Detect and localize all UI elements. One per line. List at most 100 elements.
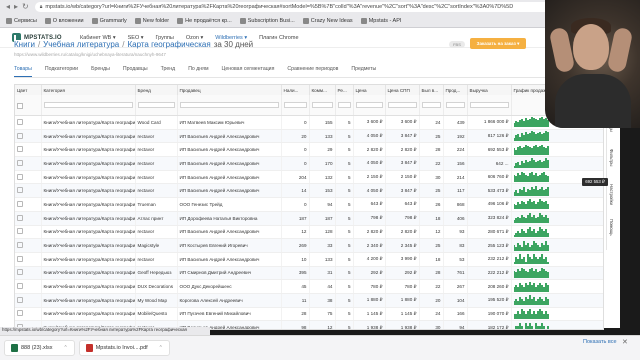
filter-input[interactable] xyxy=(469,102,509,108)
table-row[interactable]: Книги/Учебная литература/Карта географич… xyxy=(15,238,603,253)
bookmark-item[interactable]: New folder xyxy=(134,18,169,24)
cell-brand[interactable]: rectavor xyxy=(135,170,178,185)
row-checkbox[interactable] xyxy=(17,310,23,317)
cell-brand[interactable]: rectavor xyxy=(135,183,178,199)
cell-seller[interactable]: ИП Матвеев Максим Юрьевич xyxy=(177,115,282,130)
cell-cat[interactable]: Книги/Учебная литература/Карта географич… xyxy=(41,170,136,185)
side-tool-1[interactable]: Фильтры xyxy=(609,149,614,167)
tab-item[interactable]: Тренд xyxy=(161,64,176,77)
table-row[interactable]: Книги/Учебная литература/Карта географич… xyxy=(15,115,603,130)
order-button[interactable]: Заказать на заказ ▾ xyxy=(470,38,526,49)
column-header[interactable]: Цена xyxy=(353,85,386,95)
filter-input[interactable] xyxy=(311,102,333,108)
category-url[interactable]: https://www.wildberries.ru/catalog/knigi… xyxy=(14,52,166,57)
cell-cat[interactable]: Книги/Учебная литература/Карта географич… xyxy=(41,252,136,267)
bookmark-item[interactable]: Сервисы xyxy=(6,18,37,24)
table-row[interactable]: Книги/Учебная литература/Карта географич… xyxy=(15,142,603,158)
cell-brand[interactable]: rectavor xyxy=(135,225,178,240)
close-icon[interactable]: ✕ xyxy=(622,338,628,346)
filter-input[interactable] xyxy=(387,102,417,108)
row-checkbox[interactable] xyxy=(17,283,23,290)
fbs-toggle[interactable]: FBS xyxy=(449,41,465,48)
column-header[interactable]: Нали... xyxy=(281,85,310,95)
tab-item[interactable]: Подкатегории xyxy=(45,64,78,77)
cell-seller[interactable]: ИП Васильев Андрей Александрович xyxy=(177,142,282,158)
table-row[interactable]: Книги/Учебная литература/Карта географич… xyxy=(15,252,603,267)
cell-seller[interactable]: ИП Васильев Андрей Александрович xyxy=(177,129,282,144)
show-all-downloads-link[interactable]: Показать все xyxy=(583,339,617,345)
filter-input[interactable] xyxy=(355,102,383,108)
column-header[interactable]: Цена СПП xyxy=(385,85,420,95)
breadcrumb-books[interactable]: Книги xyxy=(14,40,35,49)
cell-brand[interactable]: DUX Decorations xyxy=(135,279,178,294)
tab-item[interactable]: По дням xyxy=(188,64,208,77)
tab-item[interactable]: Ценовая сегментация xyxy=(222,64,275,77)
row-checkbox[interactable] xyxy=(17,214,23,221)
cell-seller[interactable]: ИП Васильев Андрей Александрович xyxy=(177,156,282,171)
cell-cat[interactable]: Книги/Учебная литература/Карта географич… xyxy=(41,238,136,253)
nav-item[interactable]: Плагин Chrome xyxy=(259,35,298,41)
cell-cat[interactable]: Книги/Учебная литература/Карта географич… xyxy=(41,293,136,308)
cell-seller[interactable]: Корогова Алексей Андреевич xyxy=(177,293,282,308)
table-row[interactable]: Книги/Учебная литература/Карта географич… xyxy=(15,211,603,226)
forward-arrow-icon[interactable]: ▸ xyxy=(14,2,18,11)
cell-brand[interactable]: rectavor xyxy=(135,142,178,158)
cell-seller[interactable]: ИП Смирнов Дмитрий Андреевич xyxy=(177,266,282,281)
table-row[interactable]: Книги/Учебная литература/Карта географич… xyxy=(15,183,603,199)
cell-seller[interactable]: ООО Дукс Декорейшенс xyxy=(177,279,282,294)
tab-item[interactable]: Товары xyxy=(14,64,32,77)
column-header[interactable]: Был в... xyxy=(419,85,444,95)
cell-brand[interactable]: rectavor xyxy=(135,252,178,267)
filter-input[interactable] xyxy=(337,102,351,108)
row-checkbox[interactable] xyxy=(17,146,23,153)
column-header[interactable]: Прод... xyxy=(443,85,468,95)
cell-cat[interactable]: Книги/Учебная литература/Карта географич… xyxy=(41,115,136,130)
filter-checkbox[interactable] xyxy=(17,103,23,109)
reload-icon[interactable]: ↻ xyxy=(22,2,29,11)
back-arrow-icon[interactable]: ◂ xyxy=(6,2,10,11)
row-checkbox[interactable] xyxy=(17,296,23,303)
column-header[interactable]: Цвет xyxy=(15,85,42,95)
row-checkbox[interactable] xyxy=(17,255,23,262)
download-item[interactable]: Mpstats.io Invoi....pdf ⌃ xyxy=(78,340,170,356)
cell-seller[interactable]: ИП Пугачев Евгений Михайлович xyxy=(177,307,282,322)
cell-brand[interactable]: Magicstyle xyxy=(135,238,178,253)
column-header[interactable]: Бренд xyxy=(135,85,178,95)
cell-cat[interactable]: Книги/Учебная литература/Карта географич… xyxy=(41,197,136,212)
row-checkbox[interactable] xyxy=(17,269,23,276)
chevron-up-icon[interactable]: ⌃ xyxy=(64,345,68,351)
download-item[interactable]: 888 (23).xlsx ⌃ xyxy=(4,340,75,356)
cell-brand[interactable]: Trueman xyxy=(135,197,178,212)
cell-seller[interactable]: ИП Костырев Евгений Игоревич xyxy=(177,238,282,253)
table-row[interactable]: Книги/Учебная литература/Карта географич… xyxy=(15,266,603,281)
column-header[interactable]: Продавец xyxy=(177,85,282,95)
breadcrumb-textbooks[interactable]: Учебная литература xyxy=(43,40,119,49)
filter-input[interactable] xyxy=(445,102,465,108)
row-checkbox[interactable] xyxy=(17,159,23,166)
column-header[interactable]: Комм... xyxy=(309,85,336,95)
table-row[interactable]: Книги/Учебная литература/Карта географич… xyxy=(15,129,603,144)
cell-cat[interactable]: Книги/Учебная литература/Карта географич… xyxy=(41,183,136,199)
table-row[interactable]: Книги/Учебная литература/Карта географич… xyxy=(15,293,603,308)
row-checkbox[interactable] xyxy=(17,242,23,249)
tab-item[interactable]: Предметы xyxy=(351,64,376,77)
row-checkbox[interactable] xyxy=(17,173,23,180)
cell-cat[interactable]: Книги/Учебная литература/Карта географич… xyxy=(41,266,136,281)
cell-cat[interactable]: Книги/Учебная литература/Карта географич… xyxy=(41,211,136,226)
side-tool-2[interactable]: Настройки xyxy=(609,184,614,205)
bookmark-item[interactable]: Не продаётся кр... xyxy=(177,18,232,24)
cell-seller[interactable]: ООО Генезис Трейд xyxy=(177,197,282,212)
row-checkbox[interactable] xyxy=(17,118,23,125)
cell-cat[interactable]: Книги/Учебная литература/Карта географич… xyxy=(41,156,136,171)
chevron-up-icon[interactable]: ⌃ xyxy=(159,345,163,351)
cell-brand[interactable]: Wood Card xyxy=(135,115,178,130)
bookmark-item[interactable]: Mpstats - API xyxy=(360,18,401,24)
filter-input[interactable] xyxy=(137,102,175,108)
table-row[interactable]: Книги/Учебная литература/Карта географич… xyxy=(15,225,603,240)
row-checkbox[interactable] xyxy=(17,187,23,194)
tab-item[interactable]: Бренды xyxy=(91,64,110,77)
table-row[interactable]: Книги/Учебная литература/Карта географич… xyxy=(15,156,603,171)
column-header[interactable]: Ре... xyxy=(335,85,354,95)
filter-input[interactable] xyxy=(421,102,441,108)
tab-item[interactable]: Продавцы xyxy=(123,64,148,77)
